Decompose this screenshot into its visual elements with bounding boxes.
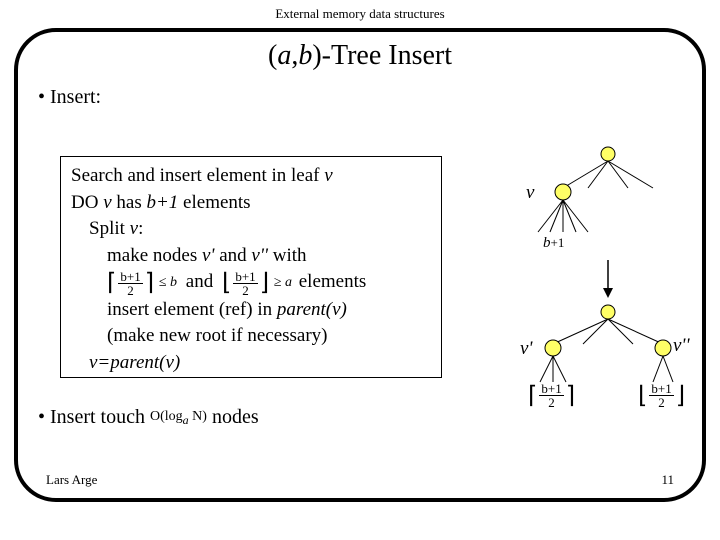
algo-l3-v: v bbox=[130, 218, 138, 239]
dfrac2-top: b+1 bbox=[649, 382, 673, 396]
frac2-top: b+1 bbox=[233, 270, 257, 284]
algo-line-3: Split v: bbox=[89, 216, 431, 243]
bp1-p1: +1 bbox=[551, 235, 565, 250]
floor-r-1: ⌋ bbox=[260, 271, 269, 295]
algo-l1-v: v bbox=[324, 165, 332, 186]
dfrac1-top: b+1 bbox=[539, 382, 563, 396]
touch-pre: Insert touch bbox=[50, 406, 150, 428]
algo-l2-v: v bbox=[103, 192, 111, 213]
label-frac1: ⌈b+12⌉ bbox=[528, 382, 575, 409]
label-v: v bbox=[526, 182, 534, 204]
algo-l4-v2: v'' bbox=[251, 245, 268, 266]
touch-n: N) bbox=[189, 409, 207, 424]
frac2-bot: 2 bbox=[233, 284, 257, 297]
frac1-top: b+1 bbox=[118, 270, 142, 284]
title-rest: )-Tree Insert bbox=[312, 40, 452, 71]
touch-olog: O(log bbox=[150, 409, 183, 424]
footer-author: Lars Arge bbox=[46, 472, 97, 488]
floor-l-1: ⌊ bbox=[222, 271, 231, 295]
slide-frame: (a,b)-Tree Insert Insert: Search and ins… bbox=[14, 28, 706, 502]
algo-line-4: make nodes v' and v'' with bbox=[107, 243, 431, 270]
diagram-svg bbox=[478, 142, 688, 402]
label-bp1: b+1 bbox=[543, 235, 564, 252]
algo-line-5: ⌈b+12⌉ ≤ b and ⌊b+12⌋ ≥ a elements bbox=[107, 269, 431, 296]
slide-title: (a,b)-Tree Insert bbox=[18, 40, 702, 72]
bullet-insert: Insert: bbox=[38, 86, 702, 109]
frac-1: b+12 bbox=[118, 270, 142, 297]
algo-l2-do: DO bbox=[71, 192, 103, 213]
algo-l4-make: make nodes bbox=[107, 245, 202, 266]
bullet-touch: Insert touch O(loga N) nodes bbox=[38, 406, 259, 429]
geq-a-a: a bbox=[285, 275, 292, 290]
dfrac1-bot: 2 bbox=[539, 396, 563, 409]
leq-b: ≤ b bbox=[159, 275, 177, 290]
frac-2: b+12 bbox=[233, 270, 257, 297]
algo-l2-bp1: b+1 bbox=[146, 192, 178, 213]
title-b: b bbox=[298, 40, 312, 71]
algo-line-7: (make new root if necessary) bbox=[107, 323, 431, 350]
touch-nodes: nodes bbox=[207, 406, 259, 428]
algo-l2-el: elements bbox=[178, 192, 250, 213]
algo-line-6: insert element (ref) in parent(v) bbox=[107, 297, 431, 324]
algo-l5-el: elements bbox=[299, 271, 367, 292]
leq-b-b: b bbox=[170, 275, 177, 290]
ceil-l-1: ⌈ bbox=[107, 271, 116, 295]
algo-line-8: v=parent(v) bbox=[89, 350, 431, 377]
bp1-b: b bbox=[543, 235, 551, 251]
algo-l6-parent: parent(v) bbox=[277, 299, 347, 320]
algo-l6-text: insert element (ref) in bbox=[107, 299, 277, 320]
slide-header: External memory data structures bbox=[0, 0, 720, 22]
algo-l5-and: and bbox=[186, 271, 213, 292]
geq-a: ≥ a bbox=[274, 275, 292, 290]
diagram: v b+1 v' v'' ⌈b+12⌉ ⌊b+12⌋ bbox=[478, 142, 688, 402]
ceil-r-1: ⌉ bbox=[145, 271, 154, 295]
algo-l1-text: Search and insert element in leaf bbox=[71, 165, 324, 186]
algo-l4-and: and bbox=[214, 245, 251, 266]
algo-line-2: DO v has b+1 elements bbox=[71, 190, 431, 217]
label-vprime: v' bbox=[520, 338, 533, 360]
algo-l3-split: Split bbox=[89, 218, 130, 239]
title-a: a bbox=[277, 40, 291, 71]
algorithm-box: Search and insert element in leaf v DO v… bbox=[60, 156, 442, 378]
frac1-bot: 2 bbox=[118, 284, 142, 297]
algo-l2-has: has bbox=[112, 192, 147, 213]
touch-o: O(loga N) bbox=[150, 409, 207, 424]
algo-line-1: Search and insert element in leaf v bbox=[71, 163, 431, 190]
algo-l4-with: with bbox=[268, 245, 307, 266]
algo-l4-v1: v' bbox=[202, 245, 215, 266]
label-frac2: ⌊b+12⌋ bbox=[638, 382, 685, 409]
footer-page: 11 bbox=[661, 472, 674, 488]
label-vpp: v'' bbox=[673, 335, 690, 357]
algo-l3-colon: : bbox=[138, 218, 143, 239]
dfrac2-bot: 2 bbox=[649, 396, 673, 409]
title-paren-l: ( bbox=[268, 40, 277, 71]
